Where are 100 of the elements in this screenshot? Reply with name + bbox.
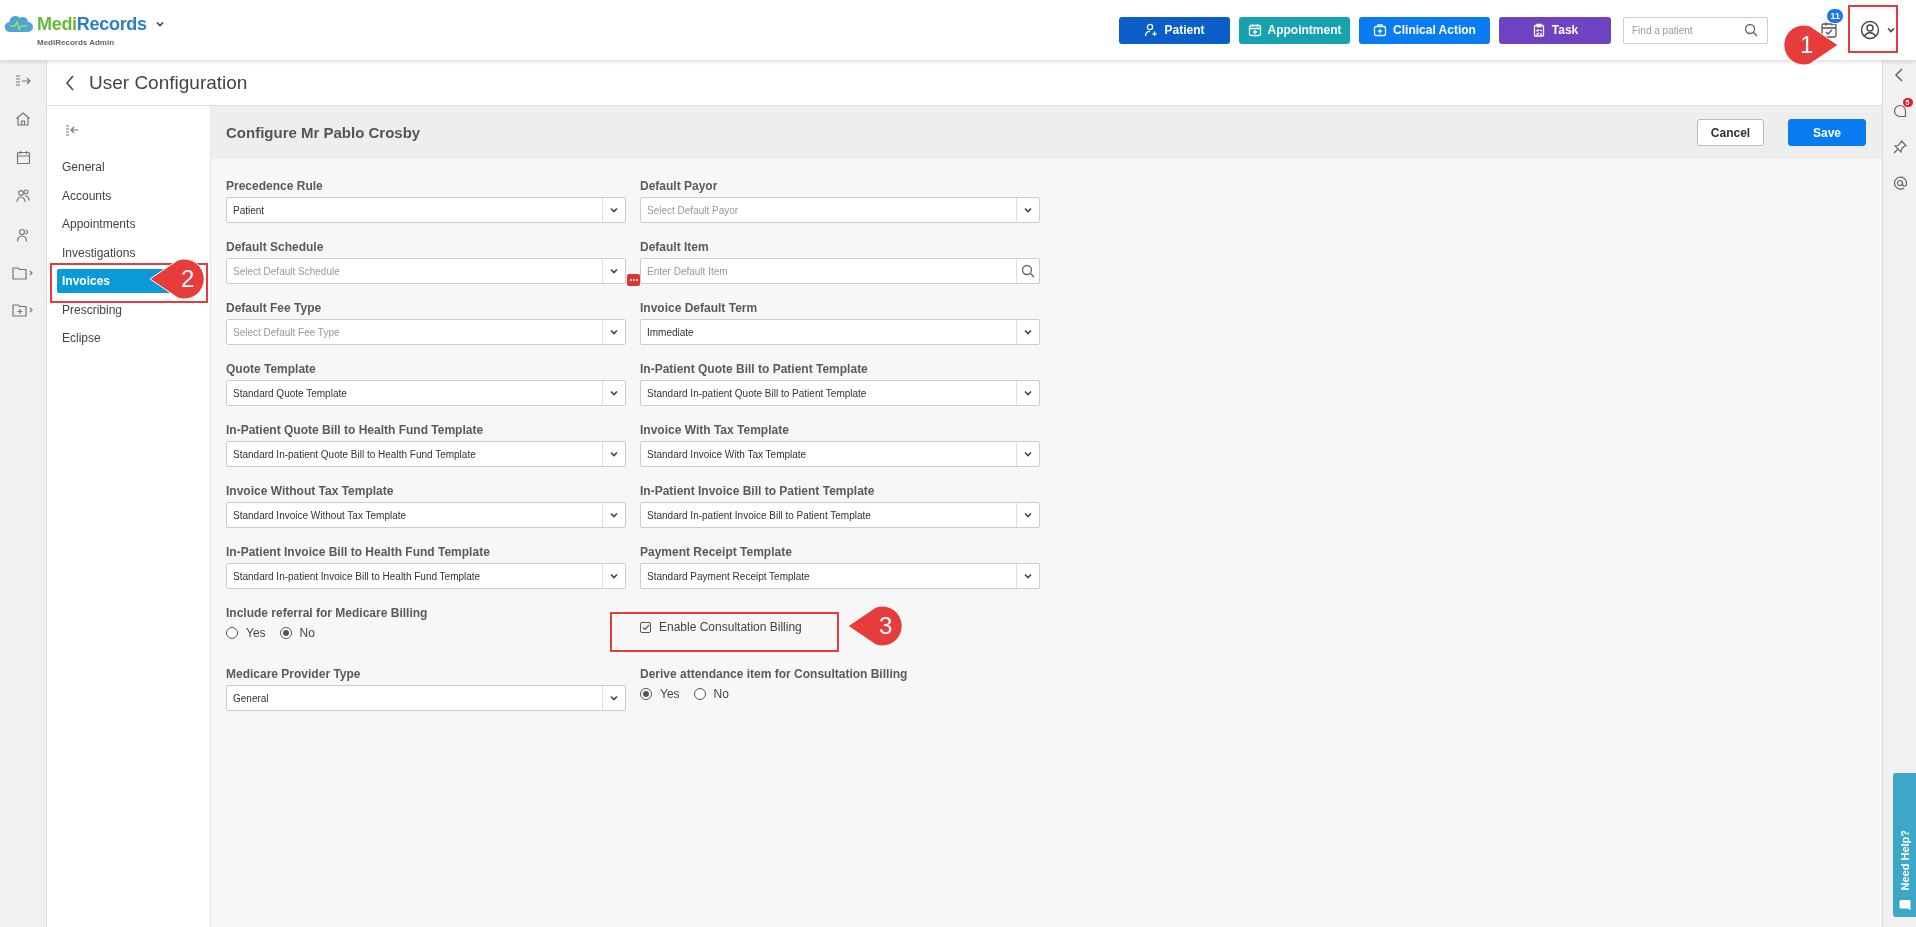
dropdown-field[interactable]: General: [226, 685, 626, 711]
chevron-down-icon: [609, 510, 619, 520]
cloud-logo-icon: [5, 15, 33, 33]
dropdown-field[interactable]: Standard In-patient Quote Bill to Health Fund Template: [226, 441, 626, 467]
field-label: Quote Template: [226, 362, 317, 376]
chevron-down-icon[interactable]: [154, 19, 165, 29]
expand-menu-icon[interactable]: [15, 74, 31, 88]
page-title: User Configuration: [89, 71, 248, 94]
radio-button[interactable]: [693, 688, 706, 700]
dropdown-field[interactable]: Immediate: [641, 326, 1016, 338]
dropdown-field[interactable]: Select Default Schedule: [227, 265, 602, 277]
action-button[interactable]: Clinical Action: [1359, 16, 1490, 44]
home-icon[interactable]: [15, 111, 31, 127]
dropdown-field[interactable]: Standard In-patient Invoice Bill to Patient Template: [641, 509, 1016, 521]
dropdown-field[interactable]: Select Default Schedule: [226, 258, 626, 284]
at-sign-icon[interactable]: [1892, 176, 1907, 190]
dropdown-field[interactable]: Standard Payment Receipt Template: [641, 570, 1016, 582]
option-label[interactable]: No: [713, 687, 729, 701]
nav-item[interactable]: Accounts: [57, 181, 200, 210]
search-field[interactable]: Enter Default Item: [641, 265, 1016, 277]
dropdown-field[interactable]: Select Default Payor: [641, 204, 1016, 216]
dropdown-field[interactable]: Standard In-patient Invoice Bill to Health Fund Template: [226, 563, 626, 589]
chevron-down-icon: [609, 571, 619, 581]
dropdown-field[interactable]: Select Default Fee Type: [227, 326, 602, 338]
users-icon[interactable]: [15, 188, 31, 204]
dropdown-field[interactable]: Select Default Fee Type: [226, 319, 626, 345]
person-plus-icon: [1144, 23, 1159, 37]
chevron-down-icon[interactable]: [1886, 25, 1896, 35]
option-label[interactable]: Yes: [660, 687, 680, 701]
option-label[interactable]: Yes: [246, 626, 266, 640]
action-button[interactable]: Task: [1499, 16, 1611, 44]
form-title: Configure Mr Pablo Crosby: [226, 124, 422, 141]
dropdown-field[interactable]: Patient: [226, 197, 626, 223]
field-label: Invoice With Tax Template: [640, 423, 790, 437]
field-label: In-Patient Quote Bill to Patient Template: [640, 362, 869, 376]
dropdown-field[interactable]: Standard Payment Receipt Template: [640, 563, 1040, 589]
chevron-down-icon: [1023, 571, 1033, 581]
clipboard-check-icon: [1531, 23, 1546, 37]
brand-subtitle: MediRecords Admin: [37, 37, 116, 47]
pin-icon[interactable]: [1892, 140, 1907, 154]
dropdown-field[interactable]: Standard In-patient Invoice Bill to Health Fund Template: [227, 570, 602, 582]
chat-bubble-icon: [1898, 899, 1911, 911]
field-label: Invoice Without Tax Template: [226, 484, 395, 498]
action-button[interactable]: Patient: [1119, 16, 1230, 44]
field-label: Include referral for Medicare Billing: [226, 606, 429, 620]
chat-icon[interactable]: [1892, 104, 1907, 118]
calendar-icon[interactable]: [15, 150, 31, 165]
notification-badge: 11: [1826, 8, 1844, 24]
field-label: Default Fee Type: [226, 301, 323, 315]
dropdown-field[interactable]: Standard Quote Template: [227, 387, 602, 399]
option-label[interactable]: No: [299, 626, 315, 640]
chevron-down-icon: [1023, 205, 1033, 215]
field-label: Derive attendance item for Consultation Billing: [640, 667, 909, 681]
dropdown-field[interactable]: Standard Invoice With Tax Template: [641, 448, 1016, 460]
chevron-down-icon: [1023, 388, 1033, 398]
calendar-plus-icon: [1247, 23, 1262, 37]
users-icon[interactable]: [15, 227, 31, 243]
chevron-down-icon: [609, 693, 619, 703]
search-field[interactable]: Enter Default Item: [640, 258, 1040, 284]
search-icon: [1021, 264, 1035, 278]
field-label: In-Patient Invoice Bill to Health Fund Template: [226, 545, 491, 559]
field-label: Default Schedule: [226, 240, 325, 254]
checkbox[interactable]: [640, 621, 651, 633]
save-button[interactable]: Save: [1788, 119, 1866, 146]
nav-item[interactable]: Eclipse: [57, 324, 200, 353]
dropdown-field[interactable]: Standard Invoice Without Tax Template: [227, 509, 602, 521]
dropdown-field[interactable]: Standard In-patient Quote Bill to Patient Template: [641, 387, 1016, 399]
chevron-down-icon: [609, 266, 619, 276]
nav-item[interactable]: General: [57, 153, 200, 182]
folder-plus-icon[interactable]: [12, 303, 34, 317]
chevron-left-icon[interactable]: [1893, 68, 1906, 82]
nav-item[interactable]: Appointments: [57, 210, 200, 239]
patient-search-field[interactable]: Find a patient: [1623, 16, 1768, 44]
chevron-down-icon: [609, 388, 619, 398]
dropdown-field[interactable]: Standard In-patient Invoice Bill to Patient Template: [640, 502, 1040, 528]
dropdown-field[interactable]: Select Default Payor: [640, 197, 1040, 223]
radio-button[interactable]: [640, 688, 652, 700]
folder-icon[interactable]: [12, 266, 34, 280]
user-avatar-icon[interactable]: [1860, 20, 1880, 40]
dropdown-field[interactable]: Standard In-patient Quote Bill to Patient Template: [640, 380, 1040, 406]
field-label: In-Patient Invoice Bill to Patient Template: [640, 484, 876, 498]
checkbox-label[interactable]: Enable Consultation Billing: [659, 620, 802, 634]
dropdown-field[interactable]: Patient: [227, 204, 602, 216]
dropdown-field[interactable]: Standard Invoice Without Tax Template: [226, 502, 626, 528]
dropdown-field[interactable]: General: [227, 692, 602, 704]
cancel-button[interactable]: Cancel: [1697, 119, 1764, 146]
dropdown-field[interactable]: Standard Invoice With Tax Template: [640, 441, 1040, 467]
field-label: Medicare Provider Type: [226, 667, 362, 681]
radio-button[interactable]: [279, 627, 292, 639]
calendar-check-icon[interactable]: [1820, 21, 1838, 39]
dropdown-field[interactable]: Standard In-patient Quote Bill to Health Fund Template: [227, 448, 602, 460]
field-label: Default Payor: [640, 179, 719, 193]
search-icon: [1744, 23, 1758, 37]
radio-button[interactable]: [226, 627, 238, 639]
chevron-down-icon: [609, 327, 619, 337]
more-options-button[interactable]: [627, 274, 640, 286]
field-label: In-Patient Quote Bill to Health Fund Template: [226, 423, 485, 437]
dropdown-field[interactable]: Immediate: [640, 319, 1040, 345]
collapse-menu-icon[interactable]: [65, 124, 79, 136]
dropdown-field[interactable]: Standard Quote Template: [226, 380, 626, 406]
